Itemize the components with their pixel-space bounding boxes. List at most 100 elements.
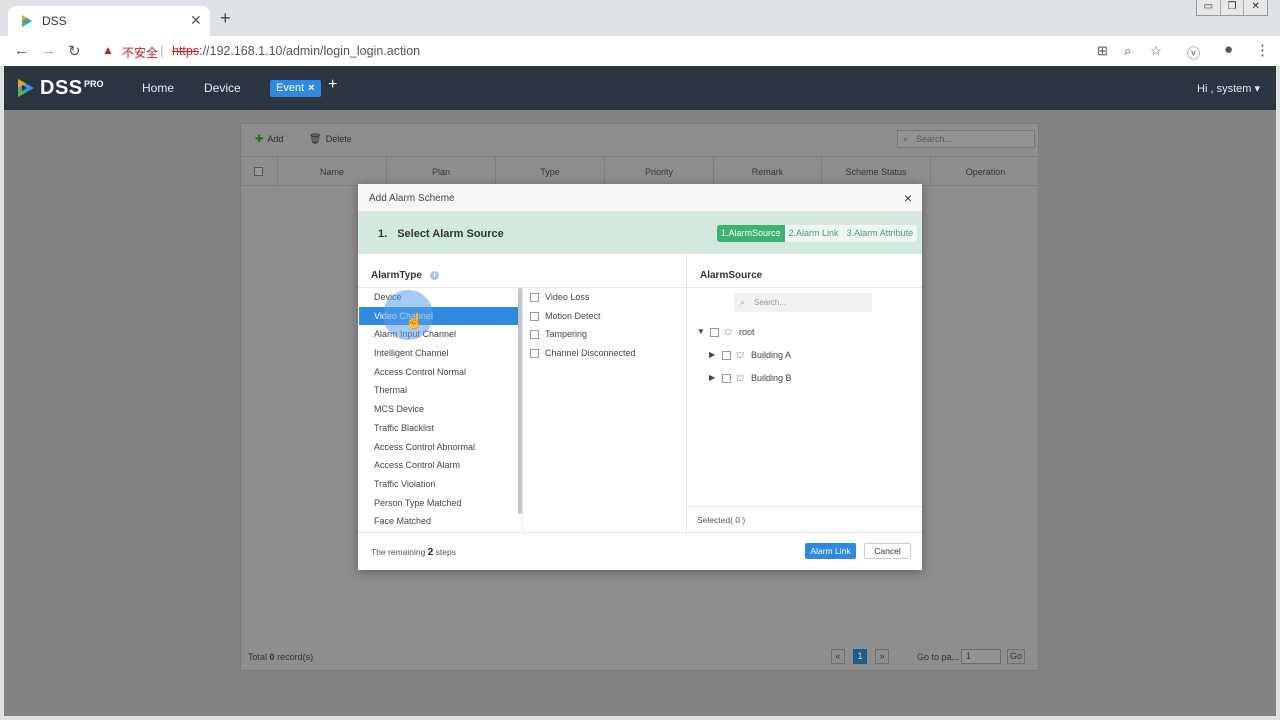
alarm-subtype-item[interactable]: Motion Detect <box>530 307 680 326</box>
translate-icon[interactable]: ⊞ <box>1097 43 1108 59</box>
subtype-checkbox[interactable] <box>530 349 539 359</box>
alarm-subtype-item[interactable]: Channel Disconnected <box>530 344 680 363</box>
alarm-type-scrollbar[interactable] <box>518 288 522 514</box>
logo-text: DSS <box>40 77 83 99</box>
dialog-close-icon[interactable]: × <box>904 190 912 206</box>
alarm-type-header: AlarmType i <box>371 270 439 281</box>
alarm-subtype-item[interactable]: Tampering <box>530 325 680 344</box>
nav-device[interactable]: Device <box>204 81 241 95</box>
delete-label: Delete <box>325 134 352 144</box>
extension-icon[interactable]: ⓥ <box>1187 43 1200 62</box>
warning-icon[interactable]: ▲ <box>102 43 114 57</box>
profile-icon[interactable]: ● <box>1224 41 1233 58</box>
nav-home[interactable]: Home <box>142 81 174 95</box>
tree-node-building-a[interactable]: ▶ ⛫ Building A <box>709 348 829 364</box>
alarm-type-item[interactable]: Video Channel <box>359 306 518 326</box>
step-alarm-link[interactable]: 2.Alarm Link <box>784 225 843 242</box>
page-current[interactable]: 1 <box>853 649 867 664</box>
alarm-link-button[interactable]: Alarm Link <box>805 543 856 559</box>
alarm-type-item[interactable]: Device <box>359 288 518 307</box>
step-alarm-source[interactable]: 1.AlarmSource <box>717 225 785 242</box>
alarm-type-item[interactable]: Alarm Input Channel <box>359 325 518 344</box>
add-alarm-scheme-dialog: Add Alarm Scheme × 1. Select Alarm Source… <box>358 184 922 570</box>
bookmark-star-icon[interactable]: ☆ <box>1150 43 1162 59</box>
back-icon[interactable]: ← <box>14 42 29 59</box>
alarm-type-item[interactable]: Face Matched <box>359 512 518 531</box>
th-priority[interactable]: Priority <box>605 157 714 187</box>
event-tab-close-icon[interactable]: × <box>308 82 314 94</box>
alarm-type-item[interactable]: MCS Device <box>359 400 518 419</box>
step-number: 1. <box>378 228 388 240</box>
insecure-label[interactable]: 不安全 <box>122 44 158 61</box>
alarm-subtype-item[interactable]: Video Loss <box>530 288 680 307</box>
expand-right-icon[interactable]: ▶ <box>709 350 715 359</box>
add-button[interactable]: ✚ Add <box>255 134 283 145</box>
url-path: ://192.168.1.10/admin/login_login.action <box>199 44 421 58</box>
subtype-checkbox[interactable] <box>530 311 539 321</box>
alarm-type-item[interactable]: Traffic Blacklist <box>359 419 518 438</box>
tree-node-building-b[interactable]: ▶ ⛫ Building B <box>709 371 829 387</box>
th-plan[interactable]: Plan <box>387 157 496 187</box>
url-scheme: https <box>172 44 200 58</box>
th-operation: Operation <box>965 167 1006 177</box>
reload-icon[interactable]: ↻ <box>68 42 81 60</box>
remaining-steps: The remaining 2 steps <box>371 547 456 558</box>
goto-page-input[interactable]: 1 <box>961 649 1001 664</box>
subtype-checkbox[interactable] <box>530 330 539 340</box>
dialog-header: Add Alarm Scheme × <box>358 184 922 212</box>
browser-tab[interactable]: DSS ✕ <box>8 6 210 36</box>
source-search-input[interactable]: ⌕ Search... <box>734 293 872 312</box>
forward-icon[interactable]: → <box>41 42 56 59</box>
subtype-label: Video Loss <box>545 292 590 302</box>
subtype-label: Motion Detect <box>545 310 601 321</box>
address-bar[interactable]: https://192.168.1.10/admin/login_login.a… <box>172 44 420 58</box>
alarm-type-item[interactable]: Person Type Matched <box>359 494 518 513</box>
page-next-button[interactable]: » <box>875 649 889 664</box>
goto-button[interactable]: Go <box>1007 649 1025 664</box>
alarm-type-item[interactable]: Traffic Violation <box>359 475 518 494</box>
zoom-icon[interactable]: ⌕ <box>1124 43 1131 59</box>
tree-node-root[interactable]: ▼ ⛫ root <box>697 325 817 341</box>
expand-down-icon[interactable]: ▼ <box>697 327 705 336</box>
alarm-type-item[interactable]: Access Control Alarm <box>359 456 518 475</box>
minimize-button[interactable]: ▭ <box>1197 0 1221 15</box>
logo-pro-badge: PRO <box>84 79 104 89</box>
delete-button[interactable]: 🗑 Delete <box>309 134 352 145</box>
cancel-button[interactable]: Cancel <box>864 543 911 559</box>
panel-search-input[interactable]: ⌕ Search... <box>897 130 1035 148</box>
close-window-button[interactable]: ✕ <box>1244 0 1267 15</box>
alarm-type-item[interactable]: Intelligent Channel <box>359 344 518 363</box>
step-heading: 1. Select Alarm Source <box>378 228 504 240</box>
th-name[interactable]: Name <box>278 157 387 187</box>
tree-checkbox[interactable] <box>710 328 719 337</box>
dss-logo-icon <box>18 79 34 97</box>
alarm-type-item[interactable]: Access Control Abnormal <box>359 438 518 457</box>
alarm-type-item[interactable]: Access Control Normal <box>359 363 518 382</box>
tree-checkbox[interactable] <box>722 351 731 360</box>
step-alarm-attribute[interactable]: 3.Alarm Attribute <box>842 225 918 242</box>
info-icon[interactable]: i <box>429 271 439 280</box>
tree-checkbox[interactable] <box>722 374 731 383</box>
add-tab-button[interactable]: + <box>328 76 337 94</box>
th-scheme-status[interactable]: Scheme Status <box>822 157 931 187</box>
total-suffix: record(s) <box>277 652 314 662</box>
expand-right-icon[interactable]: ▶ <box>709 373 715 382</box>
total-records: Total 0 record(s) <box>248 652 313 662</box>
page-prev-button[interactable]: « <box>831 649 845 664</box>
th-check-col <box>241 157 278 187</box>
new-tab-button[interactable]: + <box>220 9 231 27</box>
subtype-checkbox[interactable] <box>530 293 539 302</box>
nav-event-tab[interactable]: Event × <box>270 80 321 97</box>
alarm-type-item[interactable]: Thermal <box>359 381 518 400</box>
user-menu[interactable]: Hi , system ▾ <box>1197 82 1260 95</box>
dss-favicon-icon <box>22 15 32 27</box>
total-count: 0 <box>269 652 275 662</box>
app-header: DSS PRO Home Device Event × + Hi , system… <box>4 66 1276 110</box>
tab-close-icon[interactable]: ✕ <box>190 12 202 29</box>
th-type[interactable]: Type <box>496 157 605 187</box>
menu-icon[interactable]: ⋮ <box>1255 41 1270 59</box>
th-remark[interactable]: Remark <box>714 157 822 187</box>
panel-search-placeholder: Search... <box>916 134 953 144</box>
restore-button[interactable]: ❐ <box>1221 0 1245 15</box>
browser-tab-bar: DSS ✕ + ▭ ❐ ✕ <box>0 0 1280 36</box>
